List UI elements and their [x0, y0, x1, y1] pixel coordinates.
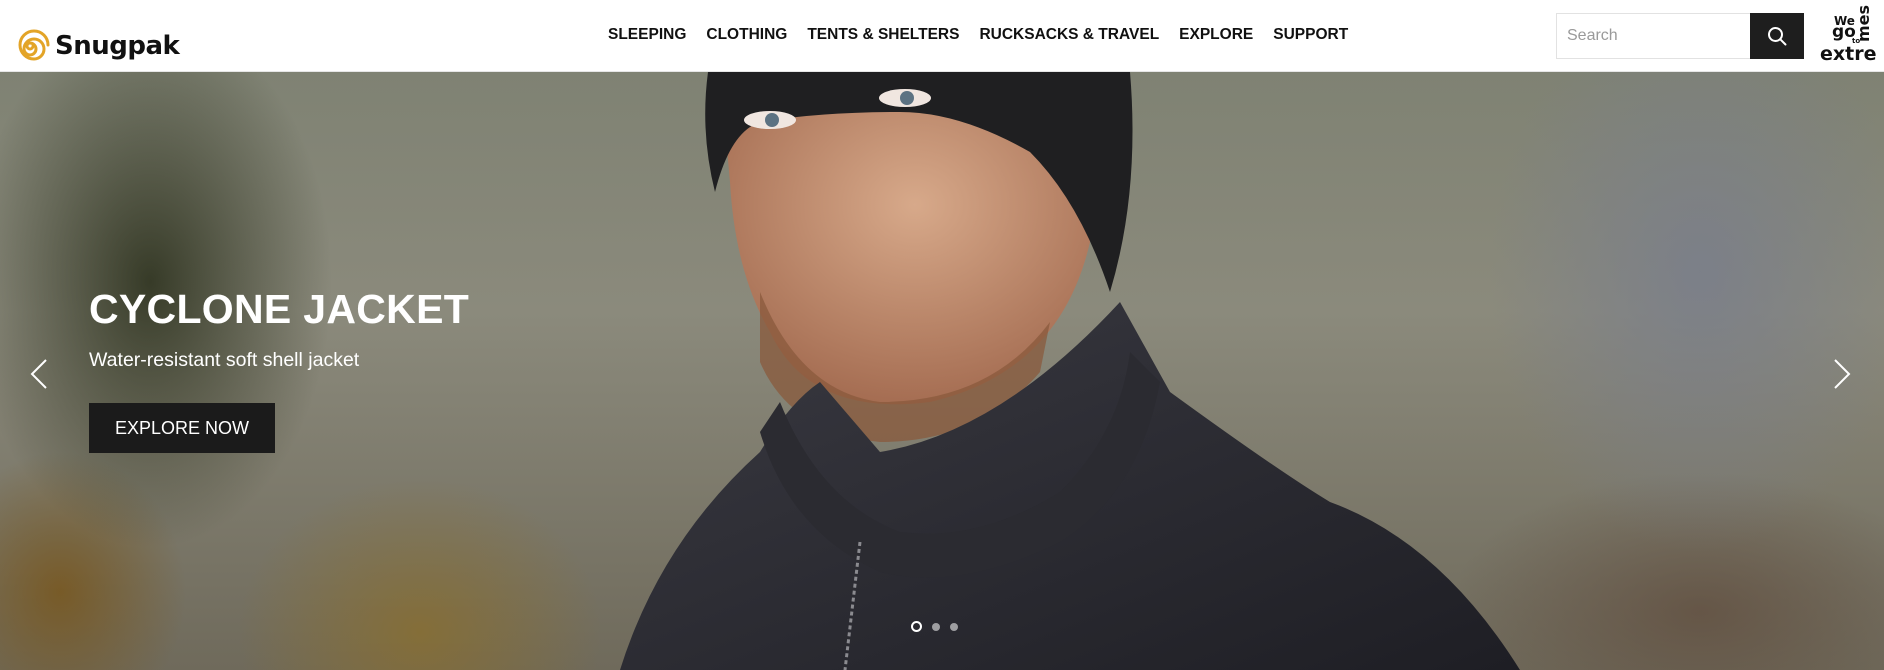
site-header: Snugpak SLEEPING CLOTHING TENTS & SHELTE…: [0, 0, 1884, 72]
carousel-next-button[interactable]: [1825, 354, 1855, 394]
search-input[interactable]: [1556, 13, 1750, 59]
nav-item-sleeping[interactable]: SLEEPING: [608, 26, 686, 44]
main-nav: SLEEPING CLOTHING TENTS & SHELTERS RUCKS…: [608, 26, 1348, 44]
search-icon: [1768, 27, 1787, 46]
nav-item-rucksacks-travel[interactable]: RUCKSACKS & TRAVEL: [979, 26, 1159, 44]
explore-now-button[interactable]: EXPLORE NOW: [89, 403, 275, 453]
chevron-left-icon: [30, 359, 47, 389]
carousel-dot-1[interactable]: [911, 621, 922, 632]
carousel-dots: [911, 621, 958, 632]
hero-carousel: CYCLONE JACKET Water-resistant soft shel…: [0, 72, 1884, 670]
nav-item-tents-shelters[interactable]: TENTS & SHELTERS: [807, 26, 959, 44]
chevron-right-icon: [1834, 359, 1851, 389]
slide-subtitle: Water-resistant soft shell jacket: [89, 349, 360, 371]
carousel-prev-button[interactable]: [26, 354, 56, 394]
nav-item-clothing[interactable]: CLOTHING: [706, 26, 787, 44]
brand-name: Snugpak: [55, 31, 180, 61]
slide-title: CYCLONE JACKET: [89, 286, 470, 332]
tagline-extre: extre: [1820, 43, 1877, 65]
tagline-logo: We go to extre mes: [1818, 4, 1877, 66]
search-button[interactable]: [1750, 13, 1804, 59]
tagline-mes: mes: [1854, 4, 1873, 42]
nav-item-support[interactable]: SUPPORT: [1273, 26, 1348, 44]
snail-spiral-icon: [18, 29, 50, 61]
carousel-dot-2[interactable]: [932, 622, 940, 631]
search-box: [1556, 13, 1804, 59]
nav-item-explore[interactable]: EXPLORE: [1179, 26, 1253, 44]
carousel-dot-3[interactable]: [950, 622, 958, 631]
brand-logo[interactable]: Snugpak: [13, 28, 180, 64]
